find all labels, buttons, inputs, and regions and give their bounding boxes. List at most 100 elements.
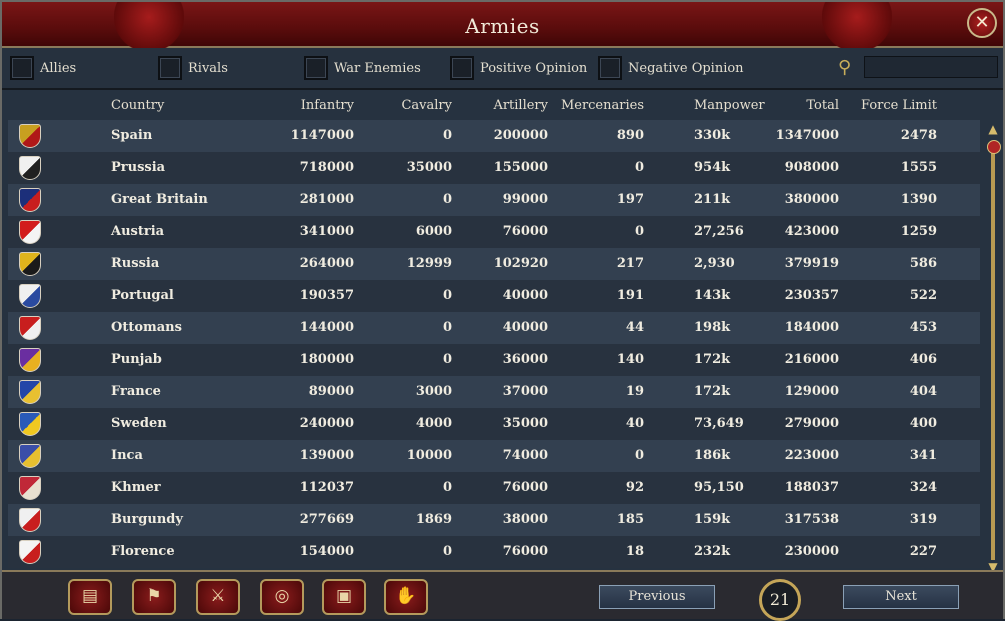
table-row[interactable]: Great Britain 281000 0 99000 197 211k 380000 13… — [8, 184, 980, 216]
country-flag-icon[interactable] — [19, 476, 41, 500]
column-country[interactable]: Country — [111, 98, 164, 113]
table-row[interactable]: Spain 1147000 0 200000 890 330k 1347000 2478 — [8, 120, 980, 152]
ledger-icon[interactable]: ▤ — [68, 579, 112, 615]
cell-mercenaries: 191 — [616, 288, 644, 303]
country-flag-icon[interactable] — [19, 412, 41, 436]
country-flag-icon[interactable] — [19, 508, 41, 532]
table-row[interactable]: Russia 264000 12999 102920 217 2,930 379919 586 — [8, 248, 980, 280]
table-row[interactable]: Inca 139000 10000 74000 0 186k 223000 341 — [8, 440, 980, 472]
cell-country: Spain — [111, 128, 153, 143]
table-row[interactable]: Prussia 718000 35000 155000 0 954k 908000 1555 — [8, 152, 980, 184]
cell-cavalry: 0 — [442, 288, 452, 303]
cell-force-limit: 227 — [909, 544, 937, 559]
column-cavalry[interactable]: Cavalry — [372, 98, 452, 113]
scroll-up-arrow-icon[interactable]: ▲ — [986, 122, 1000, 136]
country-flag-icon[interactable] — [19, 188, 41, 212]
column-total[interactable]: Total — [759, 98, 839, 113]
cell-infantry: 1147000 — [290, 128, 354, 143]
cell-mercenaries: 18 — [625, 544, 644, 559]
filter-war-enemies[interactable]: War Enemies — [304, 56, 421, 80]
country-flag-icon[interactable] — [19, 380, 41, 404]
cell-force-limit: 2478 — [900, 128, 937, 143]
country-flag-icon[interactable] — [19, 444, 41, 468]
cell-force-limit: 400 — [909, 416, 937, 431]
positive-opinion-checkbox[interactable] — [450, 56, 474, 80]
magnifier-icon[interactable]: ⚲ — [838, 57, 860, 79]
country-flag-icon[interactable] — [19, 220, 41, 244]
cell-cavalry: 0 — [442, 192, 452, 207]
previous-button[interactable]: Previous — [599, 585, 715, 609]
filter-positive-opinion[interactable]: Positive Opinion — [450, 56, 587, 80]
cell-total: 223000 — [784, 448, 839, 463]
coins-icon[interactable]: ◎ — [260, 579, 304, 615]
cell-cavalry: 3000 — [415, 384, 452, 399]
cell-country: Austria — [111, 224, 165, 239]
cell-total: 379919 — [784, 256, 839, 271]
column-manpower[interactable]: Manpower — [694, 98, 765, 113]
flag-icon[interactable]: ⚑ — [132, 579, 176, 615]
cell-force-limit: 341 — [909, 448, 937, 463]
rivals-checkbox[interactable] — [158, 56, 182, 80]
cell-cavalry: 12999 — [406, 256, 452, 271]
cell-force-limit: 404 — [909, 384, 937, 399]
trade-crate-icon[interactable]: ▣ — [322, 579, 366, 615]
cell-infantry: 89000 — [308, 384, 354, 399]
country-flag-icon[interactable] — [19, 540, 41, 564]
table-row[interactable]: Burgundy 277669 1869 38000 185 159k 317538 319 — [8, 504, 980, 536]
column-infantry[interactable]: Infantry — [274, 98, 354, 113]
cell-total: 188037 — [784, 480, 839, 495]
cell-total: 317538 — [784, 512, 839, 527]
scrollbar-track[interactable] — [991, 142, 995, 560]
close-icon[interactable]: ✕ — [967, 8, 997, 38]
search-input[interactable] — [864, 56, 998, 78]
cell-cavalry: 4000 — [415, 416, 452, 431]
filter-rivals[interactable]: Rivals — [158, 56, 228, 80]
cell-force-limit: 453 — [909, 320, 937, 335]
country-flag-icon[interactable] — [19, 124, 41, 148]
cell-total: 423000 — [784, 224, 839, 239]
scrollbar-thumb[interactable] — [987, 140, 1001, 154]
filter-allies[interactable]: Allies — [10, 56, 76, 80]
table-row[interactable]: Punjab 180000 0 36000 140 172k 216000 406 — [8, 344, 980, 376]
handshake-icon[interactable]: ✋ — [384, 579, 428, 615]
cell-country: Portugal — [111, 288, 174, 303]
cell-country: Ottomans — [111, 320, 182, 335]
table-row[interactable]: Sweden 240000 4000 35000 40 73,649 279000 400 — [8, 408, 980, 440]
table-row[interactable]: Portugal 190357 0 40000 191 143k 230357 522 — [8, 280, 980, 312]
filter-negative-opinion[interactable]: Negative Opinion — [598, 56, 744, 80]
country-flag-icon[interactable] — [19, 284, 41, 308]
allies-checkbox[interactable] — [10, 56, 34, 80]
country-flag-icon[interactable] — [19, 316, 41, 340]
cell-country: Inca — [111, 448, 143, 463]
cell-infantry: 341000 — [299, 224, 354, 239]
cell-force-limit: 319 — [909, 512, 937, 527]
cell-mercenaries: 185 — [616, 512, 644, 527]
cell-artillery: 99000 — [502, 192, 548, 207]
table-row[interactable]: Khmer 112037 0 76000 92 95,150 188037 324 — [8, 472, 980, 504]
cell-country: Burgundy — [111, 512, 183, 527]
country-flag-icon[interactable] — [19, 252, 41, 276]
table-row[interactable]: Ottomans 144000 0 40000 44 198k 184000 453 — [8, 312, 980, 344]
country-flag-icon[interactable] — [19, 156, 41, 180]
cell-country: Punjab — [111, 352, 162, 367]
table-row[interactable]: Austria 341000 6000 76000 0 27,256 423000 1259 — [8, 216, 980, 248]
cell-artillery: 38000 — [502, 512, 548, 527]
column-force-limit[interactable]: Force Limit — [846, 98, 937, 113]
cell-infantry: 190357 — [299, 288, 354, 303]
scrollbar[interactable]: ▲ ▼ — [986, 122, 1001, 574]
cell-total: 184000 — [784, 320, 839, 335]
war-enemies-checkbox[interactable] — [304, 56, 328, 80]
cell-total: 216000 — [784, 352, 839, 367]
table-row[interactable]: Florence 154000 0 76000 18 232k 230000 227 — [8, 536, 980, 568]
cell-cavalry: 0 — [442, 480, 452, 495]
table-row[interactable]: France 89000 3000 37000 19 172k 129000 404 — [8, 376, 980, 408]
cell-artillery: 37000 — [502, 384, 548, 399]
next-button[interactable]: Next — [843, 585, 959, 609]
window-title: Armies — [465, 14, 540, 38]
column-artillery[interactable]: Artillery — [468, 98, 548, 113]
cell-cavalry: 0 — [442, 320, 452, 335]
column-mercenaries[interactable]: Mercenaries — [546, 98, 644, 113]
crossed-swords-icon[interactable]: ⚔ — [196, 579, 240, 615]
negative-opinion-checkbox[interactable] — [598, 56, 622, 80]
country-flag-icon[interactable] — [19, 348, 41, 372]
